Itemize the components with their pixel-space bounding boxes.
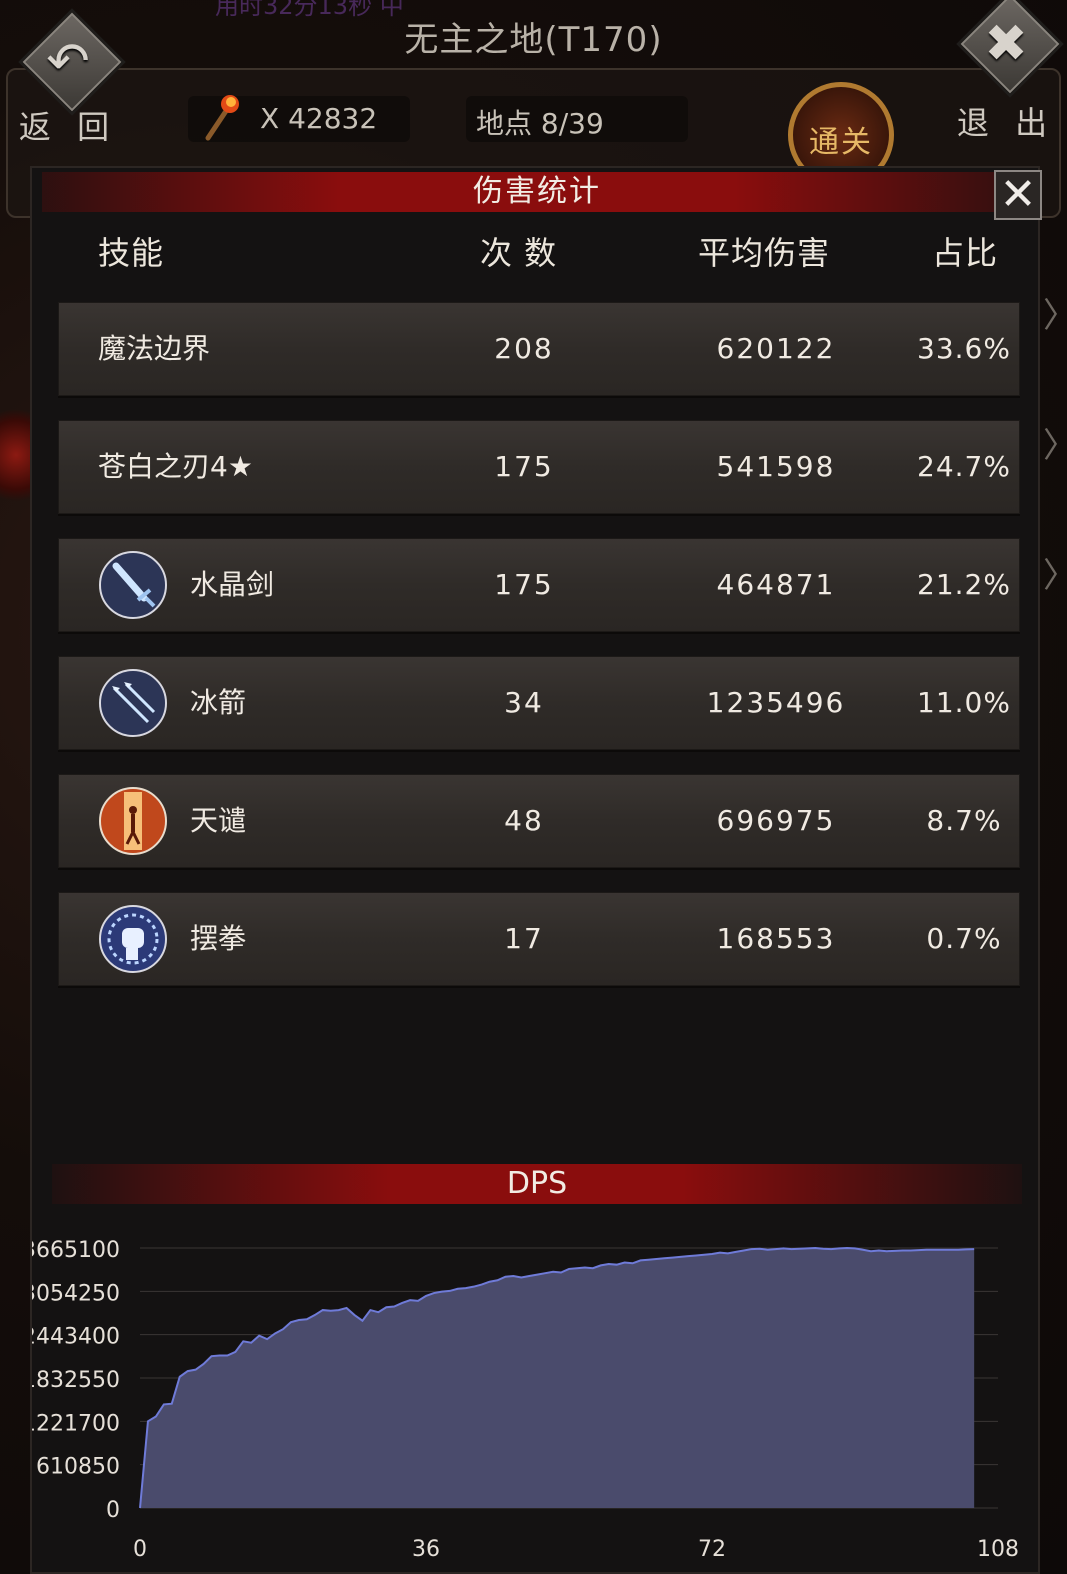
chevron-right-icon: 〉: [1043, 548, 1067, 597]
close-icon: ✕: [999, 169, 1037, 220]
exit-button-label: 退 出: [956, 104, 1056, 142]
back-button-label: 返 回: [18, 108, 118, 146]
skill-count: 175: [494, 568, 554, 601]
clear-stage-label: 通关: [809, 125, 873, 160]
divine-punishment-icon: [99, 787, 167, 855]
crystal-sword-icon: [99, 551, 167, 619]
chevron-right-icon: 〉: [1043, 288, 1067, 337]
x-tick-label: 72: [698, 1537, 726, 1562]
skill-share: 11.0%: [917, 686, 1011, 719]
exit-button[interactable]: ✖ 退 出: [946, 0, 1066, 142]
torch-resource: X 42832: [188, 95, 410, 142]
skill-share: 33.6%: [917, 332, 1011, 365]
table-row: 冰箭 34 1235496 11.0%: [58, 656, 1020, 750]
y-tick-label: 3054250: [32, 1281, 120, 1306]
skill-name: 摆拳: [190, 922, 247, 955]
location-indicator: 地点 8/39: [466, 96, 688, 142]
skill-avg-damage: 620122: [716, 332, 836, 365]
back-arrow-icon: ↶: [46, 32, 90, 92]
ice-arrow-icon: [99, 669, 167, 737]
skill-avg-damage: 696975: [716, 804, 836, 837]
y-tick-label: 1832550: [32, 1368, 120, 1393]
skill-count: 48: [504, 804, 544, 837]
swing-punch-icon: [99, 905, 167, 973]
skill-avg-damage: 168553: [716, 922, 836, 955]
table-row: 水晶剑 175 464871 21.2%: [58, 538, 1020, 632]
chevron-right-icon: 〉: [1043, 418, 1067, 467]
table-row: 天谴 48 696975 8.7%: [58, 774, 1020, 868]
skill-avg-damage: 1235496: [706, 686, 846, 719]
close-button[interactable]: ✕: [994, 170, 1042, 220]
close-x-icon: ✖: [984, 14, 1028, 74]
map-title: 无主之地(T170): [404, 20, 663, 60]
skill-avg-damage: 464871: [716, 568, 836, 601]
background-decoration: [0, 400, 32, 510]
skill-share: 24.7%: [917, 450, 1011, 483]
torch-icon: [205, 95, 239, 141]
skill-count: 34: [504, 686, 544, 719]
damage-stats-panel: 伤害统计 ✕ 技能 次 数 平均伤害 占比 魔法边界 208 620122 33…: [30, 166, 1042, 1574]
column-header-share: 占比: [932, 234, 999, 272]
panel-title: 伤害统计: [473, 174, 601, 209]
y-tick-label: 610850: [36, 1455, 120, 1480]
skill-share: 8.7%: [926, 804, 1002, 837]
column-header-avg-damage: 平均伤害: [698, 234, 831, 272]
table-row: 摆拳 17 168553 0.7%: [58, 892, 1020, 986]
skill-name: 冰箭: [190, 686, 247, 719]
y-tick-label: 0: [106, 1498, 120, 1523]
y-tick-label: 3665100: [32, 1238, 120, 1263]
skill-name: 苍白之刃4★: [98, 450, 253, 483]
skill-count: 17: [504, 922, 544, 955]
skill-share: 21.2%: [917, 568, 1011, 601]
dps-area: [140, 1248, 975, 1508]
y-tick-label: 2443400: [32, 1325, 120, 1350]
back-button[interactable]: ↶ 返 回: [8, 4, 128, 146]
x-tick-label: 108: [977, 1537, 1019, 1562]
y-tick-label: 1221700: [32, 1411, 120, 1436]
skill-share: 0.7%: [926, 922, 1002, 955]
skill-name: 水晶剑: [190, 568, 275, 601]
skill-count: 208: [494, 332, 554, 365]
skill-count: 175: [494, 450, 554, 483]
skill-name: 魔法边界: [98, 332, 211, 365]
x-tick-label: 36: [412, 1537, 440, 1562]
x-tick-label: 0: [133, 1537, 147, 1562]
column-header-count: 次 数: [480, 234, 558, 272]
location-progress: 地点 8/39: [476, 107, 604, 140]
skill-avg-damage: 541598: [716, 450, 836, 483]
dps-chart: 3665100 3054250 2443400 1832550 1221700 61085…: [32, 1238, 1019, 1562]
dps-title: DPS: [506, 1166, 568, 1201]
skill-name: 天谴: [190, 804, 247, 837]
column-header-skill: 技能: [98, 234, 165, 272]
table-row: 苍白之刃4★ 175 541598 24.7%: [58, 420, 1020, 514]
table-row: 魔法边界 208 620122 33.6%: [58, 302, 1020, 396]
torch-count: X 42832: [260, 102, 378, 135]
